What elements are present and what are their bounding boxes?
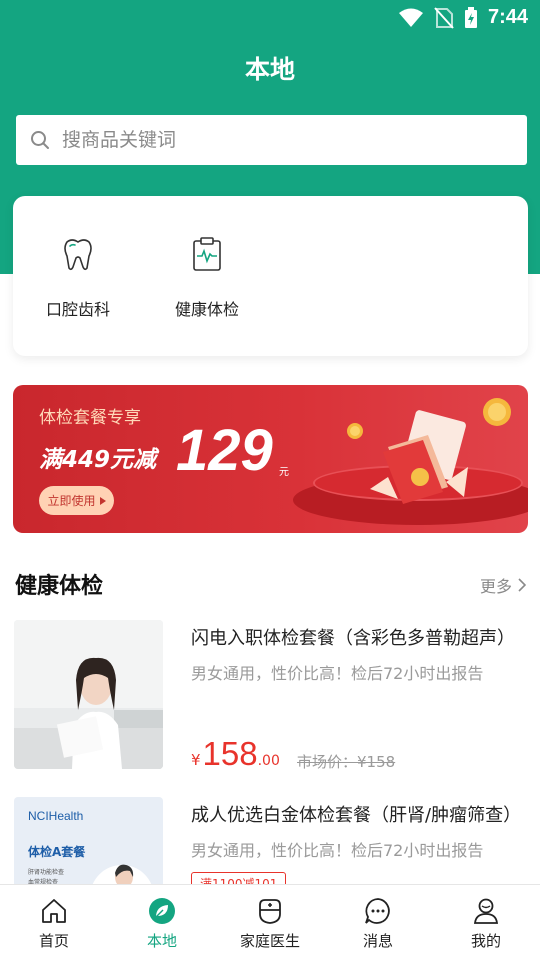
- tab-local[interactable]: 本地: [108, 885, 216, 960]
- search-bar[interactable]: [16, 115, 527, 165]
- search-input[interactable]: [62, 129, 462, 151]
- leaf-icon: [149, 898, 175, 924]
- price-currency: ¥: [191, 751, 201, 769]
- section-more-link[interactable]: 更多: [480, 573, 526, 597]
- bottom-tab-bar: 首页 本地 家庭医生 消息 我的: [0, 884, 540, 960]
- page-title: 本地: [244, 55, 295, 84]
- product-description: 男女通用，性价比高！检后72小时出报告: [191, 841, 484, 860]
- promo-banner[interactable]: 体检套餐专享 满449元减 129 元 立即使用: [13, 385, 528, 533]
- tab-label: 首页: [38, 932, 69, 950]
- thumb-brand: NCIHealth: [28, 809, 84, 823]
- thumb-subtitle: 肝肾功能检查: [28, 869, 65, 876]
- tooth-icon: [64, 239, 92, 271]
- tab-label: 家庭医生: [239, 932, 300, 950]
- wifi-icon: [398, 8, 423, 27]
- status-bar: 7:44: [0, 0, 540, 36]
- banner-title: 体检套餐专享: [39, 408, 141, 428]
- triangle-right-icon: [99, 496, 106, 505]
- user-icon: [473, 898, 499, 924]
- product-description: 男女通用，性价比高！检后72小时出报告: [191, 664, 484, 683]
- battery-charging-icon: [464, 6, 477, 28]
- search-icon: [31, 131, 49, 149]
- product-name: 闪电入职体检套餐（含彩色多普勒超声）: [191, 628, 515, 649]
- category-dental[interactable]: 口腔齿科: [23, 234, 133, 320]
- more-label: 更多: [479, 577, 512, 596]
- section-title: 健康体检: [15, 574, 104, 599]
- no-sim-icon: [434, 6, 454, 29]
- tab-messages[interactable]: 消息: [324, 885, 432, 960]
- gold-coin-icon: [483, 398, 511, 426]
- clipboard-health-icon: [193, 237, 221, 271]
- product-thumbnail: [14, 620, 163, 769]
- price-integer: 158: [202, 735, 258, 772]
- product-card[interactable]: 闪电入职体检套餐（含彩色多普勒超声） 男女通用，性价比高！检后72小时出报告 ¥…: [14, 620, 526, 773]
- tab-home[interactable]: 首页: [0, 885, 108, 960]
- gold-coin-small-icon: [347, 423, 363, 439]
- price-decimal: .00: [257, 753, 280, 769]
- status-time: 7:44: [487, 6, 528, 28]
- tab-label: 消息: [362, 932, 393, 950]
- banner-use-button[interactable]: 立即使用: [39, 486, 114, 515]
- category-card: 口腔齿科 健康体检: [13, 196, 528, 356]
- category-health-checkup[interactable]: 健康体检: [152, 234, 262, 320]
- red-envelope-icon: [370, 410, 468, 504]
- thumb-title: 体检A套餐: [28, 845, 86, 859]
- tab-family-doctor[interactable]: 家庭医生: [216, 885, 324, 960]
- product-name: 成人优选白金体检套餐（肝肾/肿瘤筛查）: [191, 805, 522, 826]
- banner-amount: 129: [176, 418, 273, 483]
- category-label: 口腔齿科: [45, 300, 110, 319]
- chevron-right-icon: [518, 578, 526, 592]
- message-icon: [365, 898, 390, 924]
- tab-label: 本地: [146, 932, 177, 950]
- product-price: ¥ 158 .00: [191, 735, 280, 773]
- category-label: 健康体检: [174, 300, 239, 319]
- tab-mine[interactable]: 我的: [432, 885, 540, 960]
- home-icon: [42, 899, 66, 923]
- market-price: 市场价：¥158: [297, 753, 396, 771]
- banner-unit: 元: [279, 467, 289, 478]
- doctor-icon: [259, 899, 281, 924]
- doctor-photo-image: [14, 620, 163, 769]
- banner-subtitle: 满449元减: [39, 447, 157, 473]
- banner-button-label: 立即使用: [47, 494, 96, 508]
- tab-label: 我的: [470, 932, 501, 950]
